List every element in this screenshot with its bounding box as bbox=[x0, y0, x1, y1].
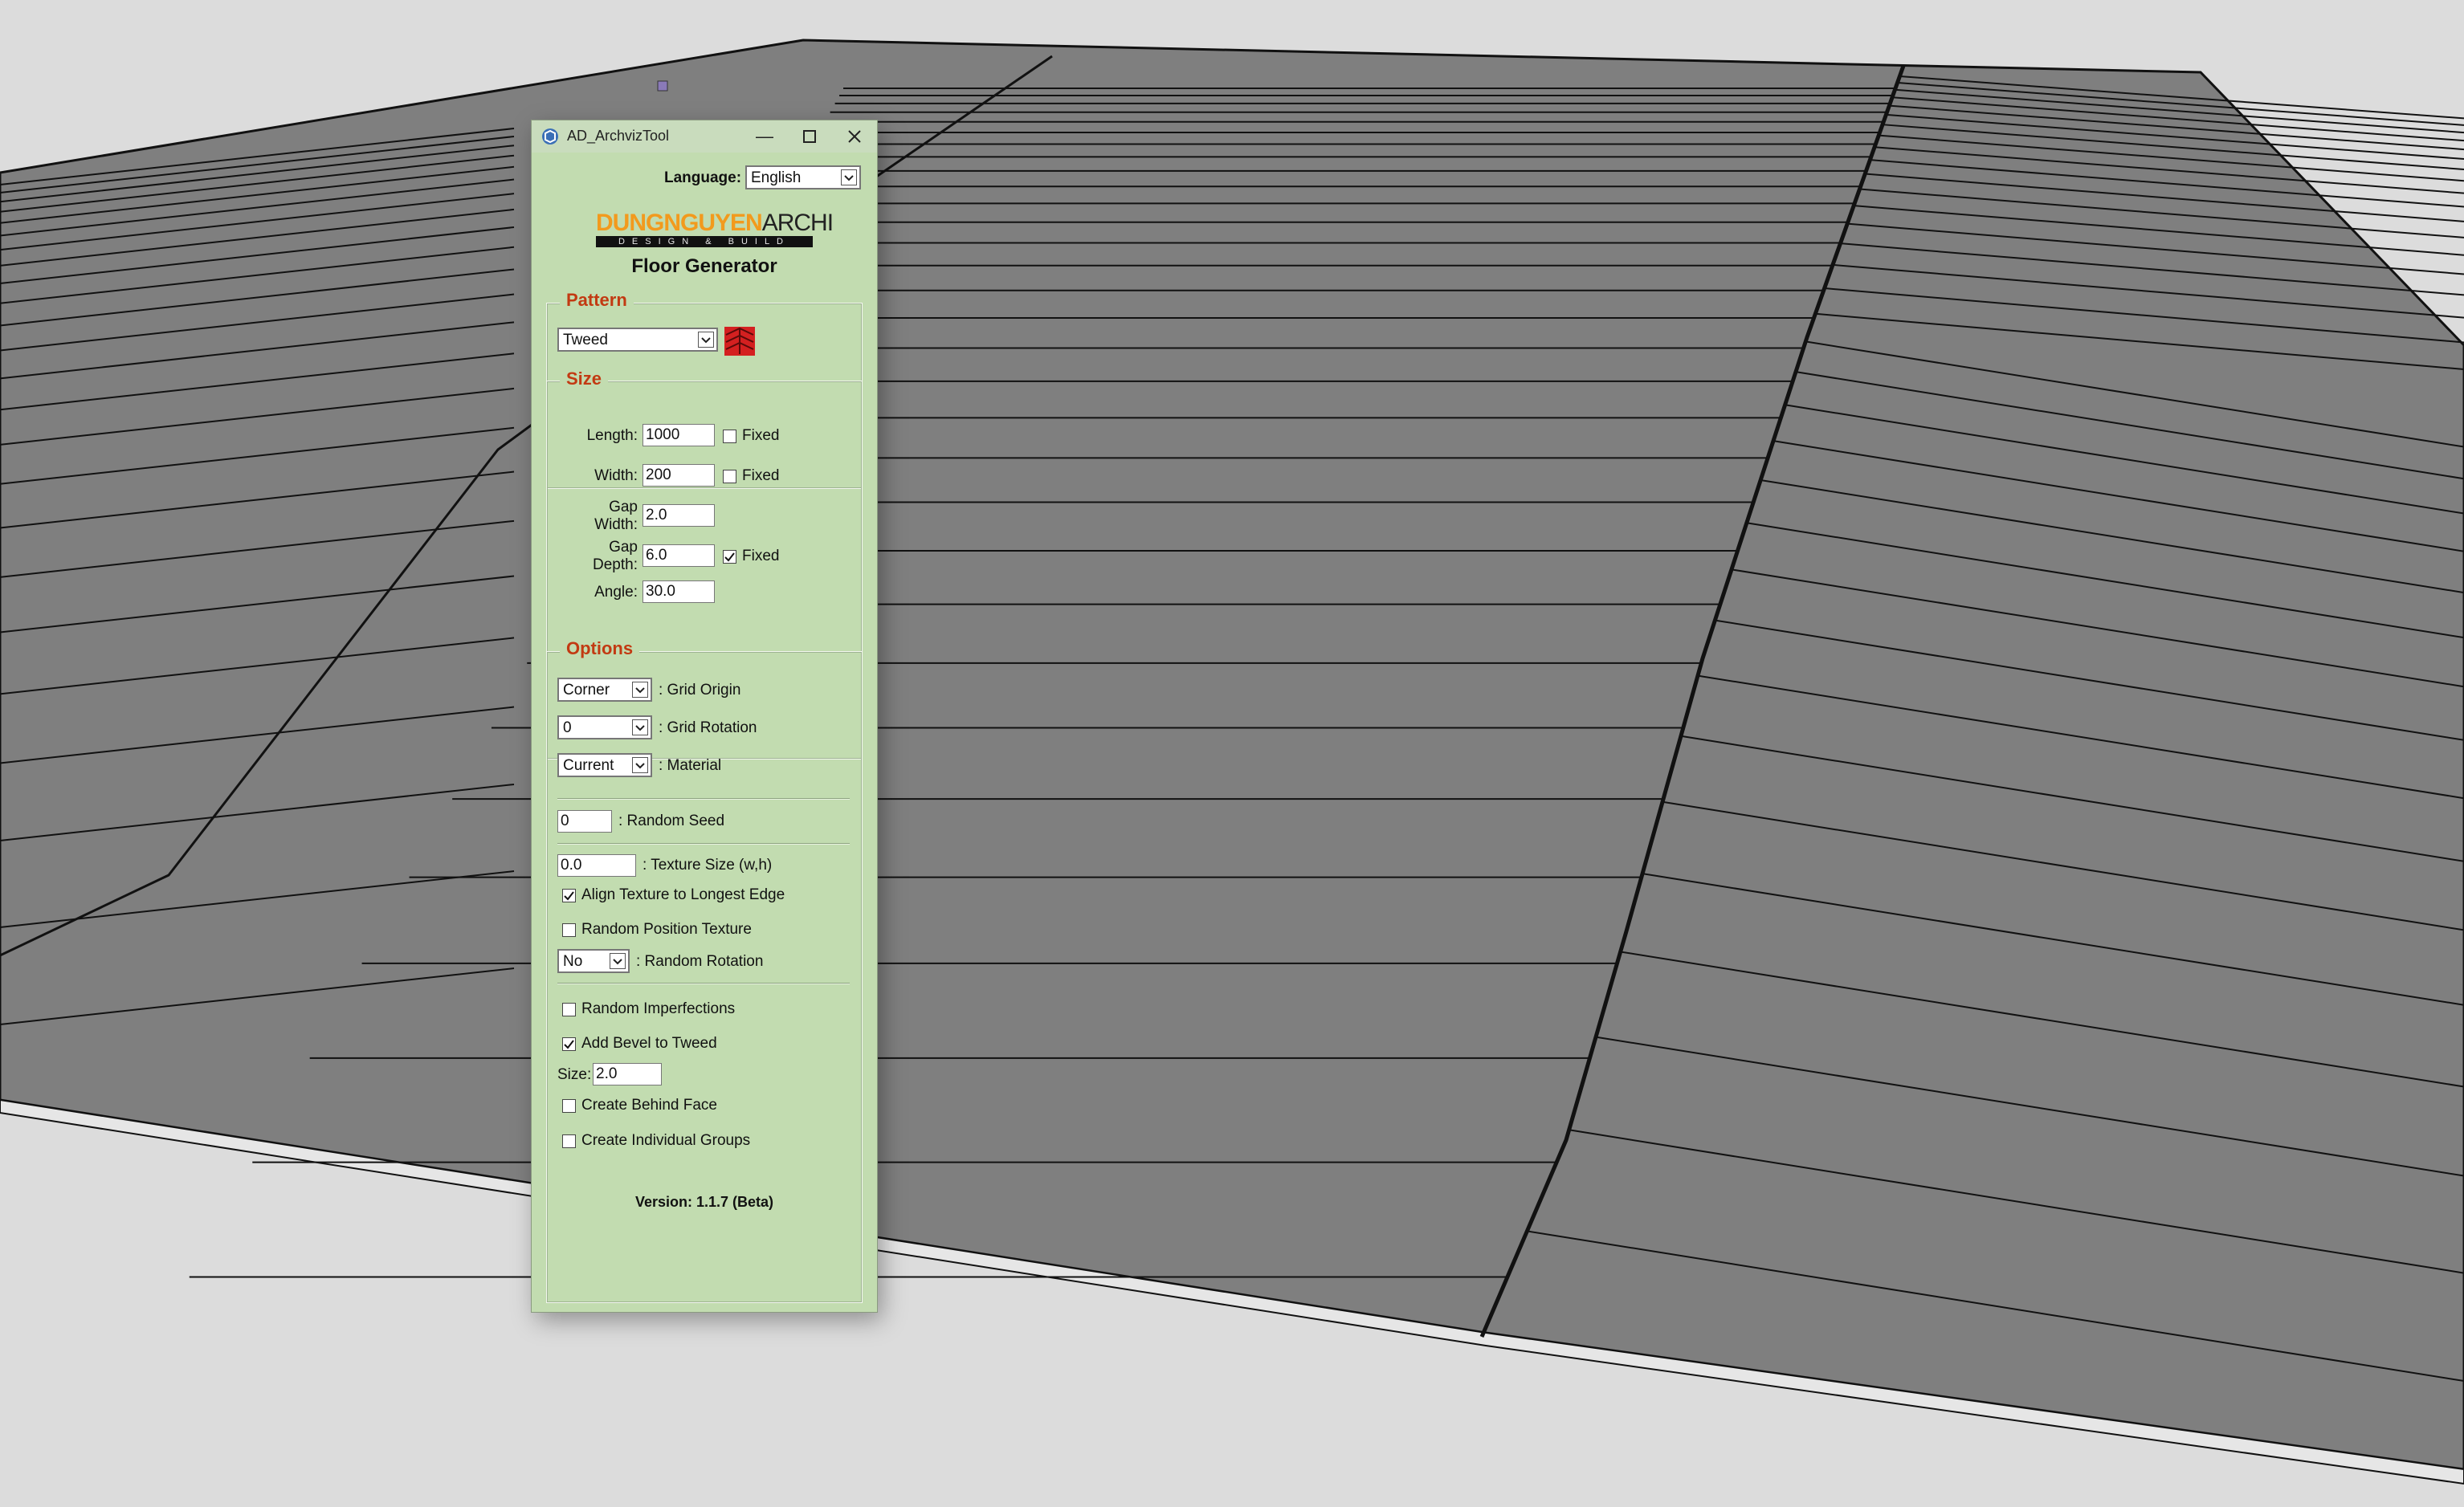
gap-depth-input[interactable]: 6.0 bbox=[643, 544, 715, 567]
pattern-legend: Pattern bbox=[560, 290, 634, 311]
random-rotation-value: No bbox=[563, 953, 583, 970]
archviz-tool-window: AD_ArchvizTool — Language: English DUNGN… bbox=[532, 120, 877, 1312]
angle-label: Angle: bbox=[594, 584, 638, 601]
checkmark-icon bbox=[564, 1040, 574, 1049]
bevel-size-input[interactable]: 2.0 bbox=[593, 1063, 662, 1085]
length-input[interactable]: 1000 bbox=[643, 424, 715, 446]
gap-depth-label-2: Depth: bbox=[593, 556, 638, 573]
bevel-size-label: Size: bbox=[557, 1066, 592, 1083]
size-legend: Size bbox=[560, 369, 609, 389]
checkmark-icon bbox=[724, 552, 735, 562]
language-value: English bbox=[751, 169, 802, 186]
random-rotation-select[interactable]: No bbox=[557, 949, 630, 973]
chevron-down-icon bbox=[698, 332, 714, 348]
align-texture-label: Align Texture to Longest Edge bbox=[581, 886, 785, 903]
close-icon bbox=[848, 130, 861, 143]
material-label: : Material bbox=[659, 757, 722, 774]
texture-size-input[interactable]: 0.0 bbox=[557, 854, 636, 877]
window-title: AD_ArchvizTool bbox=[567, 128, 670, 144]
grid-rotation-value: 0 bbox=[563, 719, 572, 736]
checkmark-icon bbox=[564, 891, 574, 901]
grid-origin-label: : Grid Origin bbox=[659, 682, 741, 699]
grid-rotation-label: : Grid Rotation bbox=[659, 719, 757, 736]
width-fixed-label: Fixed bbox=[742, 467, 780, 484]
random-rotation-label: : Random Rotation bbox=[636, 953, 764, 970]
create-individual-groups-label: Create Individual Groups bbox=[581, 1132, 751, 1149]
title-bar[interactable]: AD_ArchvizTool — bbox=[532, 120, 877, 153]
gap-depth-fixed-label: Fixed bbox=[742, 548, 780, 564]
chevron-down-icon bbox=[841, 169, 857, 185]
logo-brand-dark: ARCHI bbox=[761, 210, 834, 236]
random-imperfections-label: Random Imperfections bbox=[581, 1000, 736, 1017]
length-fixed-checkbox[interactable] bbox=[723, 430, 736, 443]
texture-size-label: : Texture Size (w,h) bbox=[643, 857, 773, 874]
length-fixed-label: Fixed bbox=[742, 427, 780, 444]
herringbone-pattern-icon[interactable] bbox=[724, 327, 755, 356]
maximize-button[interactable] bbox=[787, 120, 832, 153]
angle-input[interactable]: 30.0 bbox=[643, 580, 715, 603]
viewport-gizmo[interactable] bbox=[657, 80, 668, 92]
maximize-icon bbox=[803, 130, 816, 143]
material-select[interactable]: Current bbox=[557, 753, 652, 777]
gap-width-label-2: Width: bbox=[594, 516, 638, 533]
gap-depth-label-1: Gap bbox=[609, 539, 638, 556]
grid-origin-value: Corner bbox=[563, 682, 610, 699]
width-label: Width: bbox=[594, 467, 638, 484]
brand-logo: DUNGNGUYENARCHI DESIGN & BUILD bbox=[596, 210, 834, 247]
material-value: Current bbox=[563, 757, 614, 774]
gap-depth-fixed-checkbox[interactable] bbox=[723, 550, 736, 564]
random-position-texture-label: Random Position Texture bbox=[581, 921, 752, 938]
pattern-value: Tweed bbox=[563, 332, 608, 348]
grid-origin-select[interactable]: Corner bbox=[557, 678, 652, 702]
language-label: Language: bbox=[664, 169, 742, 186]
chevron-down-icon bbox=[632, 757, 648, 773]
chevron-down-icon bbox=[632, 719, 648, 735]
options-divider bbox=[557, 843, 850, 845]
add-bevel-label: Add Bevel to Tweed bbox=[581, 1035, 717, 1052]
options-legend: Options bbox=[560, 638, 640, 659]
version-label: Version: 1.1.7 (Beta) bbox=[634, 1194, 774, 1210]
tool-title: Floor Generator bbox=[631, 255, 777, 277]
chevron-down-icon bbox=[610, 953, 626, 969]
gap-width-label-1: Gap bbox=[609, 499, 638, 515]
random-seed-input[interactable]: 0 bbox=[557, 810, 612, 833]
close-button[interactable] bbox=[832, 120, 877, 153]
gap-width-input[interactable]: 2.0 bbox=[643, 504, 715, 527]
grid-rotation-select[interactable]: 0 bbox=[557, 715, 652, 739]
create-individual-groups-checkbox[interactable] bbox=[562, 1134, 576, 1148]
create-behind-face-checkbox[interactable] bbox=[562, 1099, 576, 1113]
logo-brand-orange: DUNGNGUYEN bbox=[596, 210, 763, 236]
pattern-select[interactable]: Tweed bbox=[557, 328, 718, 352]
minimize-button[interactable]: — bbox=[742, 120, 787, 153]
width-fixed-checkbox[interactable] bbox=[723, 470, 736, 483]
random-imperfections-checkbox[interactable] bbox=[562, 1003, 576, 1016]
add-bevel-checkbox[interactable] bbox=[562, 1037, 576, 1051]
align-texture-checkbox[interactable] bbox=[562, 889, 576, 902]
width-input[interactable]: 200 bbox=[643, 464, 715, 487]
sketchup-app-icon bbox=[542, 128, 558, 145]
language-select[interactable]: English bbox=[745, 165, 861, 189]
3d-viewport[interactable] bbox=[0, 0, 2464, 1507]
create-behind-face-label: Create Behind Face bbox=[581, 1097, 717, 1114]
options-divider bbox=[557, 983, 850, 984]
options-divider bbox=[557, 798, 850, 800]
length-label: Length: bbox=[586, 427, 638, 444]
logo-tagline: DESIGN & BUILD bbox=[596, 236, 813, 247]
random-seed-label: : Random Seed bbox=[618, 813, 725, 829]
minimize-icon: — bbox=[756, 126, 773, 146]
chevron-down-icon bbox=[632, 682, 648, 698]
random-position-texture-checkbox[interactable] bbox=[562, 923, 576, 937]
